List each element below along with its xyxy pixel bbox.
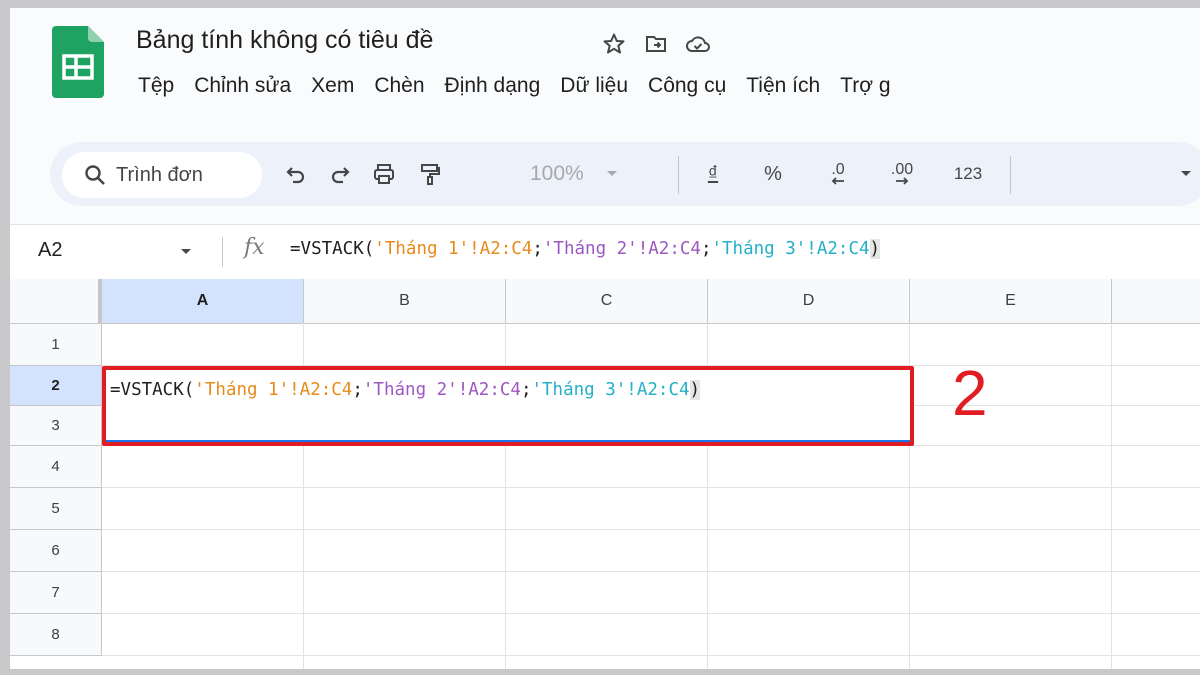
number-format-button[interactable]: 123 [946, 156, 990, 192]
menu-extensions[interactable]: Tiện ích [736, 74, 830, 98]
chevron-down-icon[interactable] [180, 243, 192, 261]
paint-roller-icon [421, 164, 440, 185]
row-header-6[interactable]: 6 [10, 530, 102, 572]
sheets-logo-icon[interactable] [52, 26, 104, 98]
print-button[interactable] [366, 156, 402, 192]
chevron-down-icon [606, 171, 617, 176]
cell-formula-ref-1: 'Tháng 1'!A2:C4 [194, 380, 353, 400]
step-annotation: 2 [952, 357, 988, 429]
row-header-4[interactable]: 4 [10, 446, 102, 488]
column-header-e[interactable]: E [910, 279, 1112, 323]
zoom-value: 100% [530, 162, 584, 185]
formula-bar-divider [222, 237, 223, 267]
toolbar-divider [1010, 156, 1011, 194]
increase-decimal-label: .00 [890, 161, 914, 178]
cell-formula-prefix: =VSTACK( [110, 380, 195, 400]
active-cell-editor[interactable]: =VSTACK('Tháng 1'!A2:C4;'Tháng 2'!A2:C4;… [102, 366, 914, 446]
decrease-decimal-label: .0 [831, 161, 845, 178]
formula-sep-1: ; [532, 239, 543, 259]
column-header-d[interactable]: D [708, 279, 910, 323]
document-title[interactable]: Bảng tính không có tiêu đề [136, 26, 433, 55]
cell-formula-sep-1: ; [352, 380, 363, 400]
paint-format-button[interactable] [412, 156, 448, 192]
redo-button[interactable] [322, 156, 358, 192]
move-folder-icon[interactable] [642, 30, 670, 58]
select-all-corner[interactable] [10, 279, 102, 323]
menu-data[interactable]: Dữ liệu [550, 74, 638, 98]
menu-edit[interactable]: Chỉnh sửa [184, 74, 301, 98]
column-header-b[interactable]: B [304, 279, 506, 323]
grid-line [102, 613, 1200, 614]
formula-prefix: =VSTACK( [290, 239, 375, 259]
percent-format-button[interactable]: % [758, 156, 788, 192]
grid-line [102, 655, 1200, 656]
cell-formula-ref-3: 'Tháng 3'!A2:C4 [531, 380, 690, 400]
font-dropdown-button[interactable] [1176, 156, 1196, 192]
row-header-1[interactable]: 1 [10, 324, 102, 366]
menu-insert[interactable]: Chèn [364, 74, 434, 98]
row-header-2[interactable]: 2 [10, 366, 102, 406]
row-header-5[interactable]: 5 [10, 488, 102, 530]
menu-bar: Tệp Chỉnh sửa Xem Chèn Định dạng Dữ liệu… [136, 74, 901, 98]
formula-ref-2: 'Tháng 2'!A2:C4 [542, 239, 701, 259]
search-label: Trình đơn [116, 163, 203, 186]
row-header-7[interactable]: 7 [10, 572, 102, 614]
row-header-8[interactable]: 8 [10, 614, 102, 656]
zoom-select[interactable]: 100% [530, 156, 650, 192]
grid-line [102, 487, 1200, 488]
formula-suffix: ) [869, 239, 881, 259]
formula-ref-1: 'Tháng 1'!A2:C4 [374, 239, 533, 259]
redo-icon [331, 167, 350, 184]
name-box[interactable]: A2 [38, 239, 62, 262]
toolbar: Trình đơn 100% ₫ % .0 .00 123 [10, 126, 1200, 224]
grid-line [102, 571, 1200, 572]
formula-ref-3: 'Tháng 3'!A2:C4 [711, 239, 870, 259]
row-header-3[interactable]: 3 [10, 406, 102, 446]
currency-format-button[interactable]: ₫ [698, 156, 728, 192]
print-icon [374, 164, 394, 184]
menu-tools[interactable]: Công cụ [638, 74, 736, 98]
formula-bar: A2 fx =VSTACK('Tháng 1'!A2:C4;'Tháng 2'!… [10, 224, 1200, 280]
cell-formula-sep-2: ; [520, 380, 532, 400]
menu-view[interactable]: Xem [301, 74, 364, 98]
chevron-down-icon [1181, 171, 1191, 176]
column-header-a[interactable]: A [102, 279, 304, 323]
app-window: Bảng tính không có tiêu đề Tệp Chỉnh sửa… [10, 8, 1200, 669]
cell-formula-ref-2: 'Tháng 2'!A2:C4 [362, 380, 521, 400]
grid-line [102, 529, 1200, 530]
star-icon[interactable] [600, 30, 628, 58]
grid-line [1111, 323, 1112, 669]
menu-help[interactable]: Trợ g [830, 74, 900, 98]
arrow-left-icon [831, 177, 844, 185]
toolbar-divider [678, 156, 679, 194]
menu-format[interactable]: Định dạng [435, 74, 551, 98]
column-header-c[interactable]: C [506, 279, 708, 323]
fx-icon: fx [244, 235, 265, 260]
formula-input[interactable]: =VSTACK('Tháng 1'!A2:C4;'Tháng 2'!A2:C4;… [290, 239, 881, 259]
undo-icon [286, 167, 305, 184]
cloud-status-icon[interactable] [684, 30, 712, 58]
cell-formula-suffix: ) [689, 380, 701, 400]
spreadsheet-grid[interactable]: A B C D E 1 2 3 4 5 6 7 8 =VSTACK('Tháng… [10, 279, 1200, 669]
menu-file[interactable]: Tệp [136, 74, 184, 98]
search-icon [84, 164, 106, 186]
formula-sep-2: ; [700, 239, 712, 259]
cell-a2-formula[interactable]: =VSTACK('Tháng 1'!A2:C4;'Tháng 2'!A2:C4;… [110, 380, 701, 400]
undo-button[interactable] [278, 156, 314, 192]
menu-search-box[interactable]: Trình đơn [62, 152, 262, 198]
decrease-decimal-button[interactable]: .0 [818, 156, 858, 192]
increase-decimal-button[interactable]: .00 [880, 156, 924, 192]
arrow-right-icon [896, 177, 909, 185]
